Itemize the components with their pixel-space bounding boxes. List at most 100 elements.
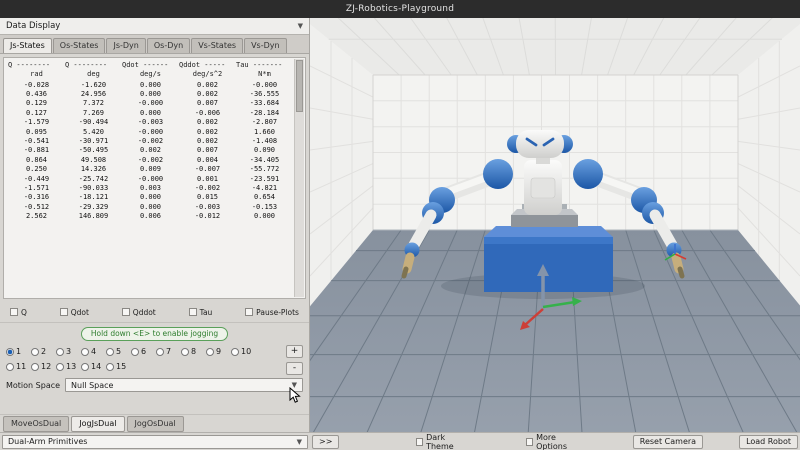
radio-icon bbox=[81, 363, 89, 371]
table-cell: -90.033 bbox=[65, 184, 122, 193]
primitives-select[interactable]: Dual-Arm Primitives ▼ bbox=[2, 435, 308, 449]
tab-vs-states[interactable]: Vs-States bbox=[191, 38, 243, 53]
table-cell: -28.184 bbox=[236, 109, 293, 118]
checkbox-q[interactable]: Q bbox=[10, 308, 27, 317]
table-cell: 0.864 bbox=[8, 156, 65, 165]
table-cell: 0.007 bbox=[179, 99, 236, 108]
table-cell: -1.620 bbox=[65, 81, 122, 90]
table-cell: 0.004 bbox=[179, 156, 236, 165]
table-cell: 146.809 bbox=[65, 212, 122, 221]
jog-joint-radio[interactable]: 4 bbox=[81, 347, 106, 356]
reset-camera-button[interactable]: Reset Camera bbox=[633, 435, 703, 449]
table-row: 0.095 5.420 -0.000 0.002 1.660 bbox=[8, 128, 293, 137]
table-cell: -55.772 bbox=[236, 165, 293, 174]
table-row: -0.449 -25.742 -0.000 0.001 -23.591 bbox=[8, 175, 293, 184]
checkbox-tau[interactable]: Tau bbox=[189, 308, 213, 317]
tab-vs-dyn[interactable]: Vs-Dyn bbox=[244, 38, 287, 53]
tab-os-states[interactable]: Os-States bbox=[53, 38, 106, 53]
tab-jog-os-dual[interactable]: JogOsDual bbox=[127, 416, 184, 432]
jog-joint-radio[interactable]: 2 bbox=[31, 347, 56, 356]
robot-scene bbox=[310, 18, 800, 432]
table-cell: -0.012 bbox=[179, 212, 236, 221]
data-display-dropdown[interactable]: Data Display ▼ bbox=[0, 18, 309, 35]
table-cell: 0.000 bbox=[236, 212, 293, 221]
checkbox-qdot[interactable]: Qdot bbox=[60, 308, 89, 317]
table-cell: 0.002 bbox=[179, 137, 236, 146]
jog-decrement-button[interactable]: - bbox=[286, 362, 303, 375]
state-tab-bar: Js-States Os-States Js-Dyn Os-Dyn Vs-Sta… bbox=[0, 35, 309, 54]
table-cell: -36.555 bbox=[236, 90, 293, 99]
plot-checkbox-row: Q Qdot Qddot Tau Pause-Plots bbox=[0, 302, 309, 324]
table-cell: 0.002 bbox=[179, 81, 236, 90]
jog-joint-radio[interactable]: 5 bbox=[106, 347, 131, 356]
table-cell: 0.090 bbox=[236, 146, 293, 155]
table-row: -0.028 -1.620 0.000 0.002 -0.000 bbox=[8, 81, 293, 90]
jog-joint-radio[interactable]: 15 bbox=[106, 362, 131, 371]
jog-joint-radio[interactable]: 11 bbox=[6, 362, 31, 371]
3d-viewport[interactable] bbox=[310, 18, 800, 432]
table-cell: 7.269 bbox=[65, 109, 122, 118]
jog-joint-radio[interactable]: 6 bbox=[131, 347, 156, 356]
table-cell: 0.003 bbox=[122, 184, 179, 193]
jog-joint-radio[interactable]: 9 bbox=[206, 347, 231, 356]
table-cell: 0.000 bbox=[122, 193, 179, 202]
checkbox-qddot[interactable]: Qddot bbox=[122, 308, 156, 317]
table-cell: -29.329 bbox=[65, 203, 122, 212]
col-unit: deg/s bbox=[122, 70, 179, 79]
jog-joint-radio[interactable]: 3 bbox=[56, 347, 81, 356]
table-cell: -1.579 bbox=[8, 118, 65, 127]
radio-icon bbox=[206, 348, 214, 356]
table-scrollbar[interactable] bbox=[294, 59, 304, 297]
table-cell: -0.007 bbox=[179, 165, 236, 174]
table-cell: 0.127 bbox=[8, 109, 65, 118]
table-cell: -0.316 bbox=[8, 193, 65, 202]
radio-icon bbox=[131, 348, 139, 356]
scrollbar-thumb[interactable] bbox=[296, 60, 303, 112]
table-cell: 7.372 bbox=[65, 99, 122, 108]
jog-increment-button[interactable]: + bbox=[286, 345, 303, 358]
table-row: 0.436 24.956 0.000 0.002 -36.555 bbox=[8, 90, 293, 99]
dark-theme-checkbox[interactable]: Dark Theme bbox=[416, 433, 464, 450]
radio-icon bbox=[56, 348, 64, 356]
jog-joint-radio[interactable]: 14 bbox=[81, 362, 106, 371]
motion-space-select[interactable]: Null Space ▼ bbox=[65, 378, 303, 392]
jog-joint-radio[interactable]: 1 bbox=[6, 347, 31, 356]
table-cell: 0.000 bbox=[122, 109, 179, 118]
radio-icon bbox=[81, 348, 89, 356]
checkbox-pause-plots[interactable]: Pause-Plots bbox=[245, 308, 299, 317]
load-robot-button[interactable]: Load Robot bbox=[739, 435, 798, 449]
more-options-checkbox[interactable]: More Options bbox=[526, 433, 577, 450]
jog-joint-radio[interactable]: 7 bbox=[156, 347, 181, 356]
col-header: Q -------- bbox=[8, 60, 65, 70]
jog-joint-radio[interactable]: 8 bbox=[181, 347, 206, 356]
expand-panel-button[interactable]: >> bbox=[312, 435, 339, 449]
table-row: -0.316 -18.121 0.000 0.015 0.654 bbox=[8, 193, 293, 202]
table-cell: 0.002 bbox=[122, 146, 179, 155]
table-cell: 0.002 bbox=[179, 90, 236, 99]
jog-joint-radio[interactable]: 12 bbox=[31, 362, 56, 371]
col-unit: rad bbox=[8, 70, 65, 79]
table-cell: 0.129 bbox=[8, 99, 65, 108]
table-header-row: Q -------- Q -------- Qdot ------ Qddot … bbox=[8, 60, 293, 70]
tab-js-dyn[interactable]: Js-Dyn bbox=[106, 38, 145, 53]
window-title: ZJ-Robotics-Playground bbox=[346, 4, 454, 14]
jog-joint-radio[interactable]: 13 bbox=[56, 362, 81, 371]
motion-space-label: Motion Space bbox=[6, 381, 60, 390]
tab-jog-js-dual[interactable]: JogJsDual bbox=[71, 416, 124, 432]
jog-joint-radio[interactable]: 10 bbox=[231, 347, 256, 356]
table-row: -0.881 -50.495 0.002 0.007 0.090 bbox=[8, 146, 293, 155]
table-cell: -18.121 bbox=[65, 193, 122, 202]
tab-os-dyn[interactable]: Os-Dyn bbox=[147, 38, 190, 53]
col-header: Qddot ----- bbox=[179, 60, 236, 70]
window-titlebar[interactable]: ZJ-Robotics-Playground bbox=[0, 0, 800, 18]
table-cell: 0.000 bbox=[122, 90, 179, 99]
radio-icon bbox=[106, 348, 114, 356]
table-cell: -0.003 bbox=[122, 118, 179, 127]
tab-js-states[interactable]: Js-States bbox=[3, 38, 52, 53]
tab-move-os-dual[interactable]: MoveOsDual bbox=[3, 416, 69, 432]
app-window: ZJ-Robotics-Playground Data Display ▼ Js… bbox=[0, 0, 800, 450]
chevron-down-icon: ▼ bbox=[292, 381, 297, 389]
table-cell: -0.153 bbox=[236, 203, 293, 212]
table-row: -1.571 -90.033 0.003 -0.002 -4.821 bbox=[8, 184, 293, 193]
radio-icon bbox=[31, 363, 39, 371]
